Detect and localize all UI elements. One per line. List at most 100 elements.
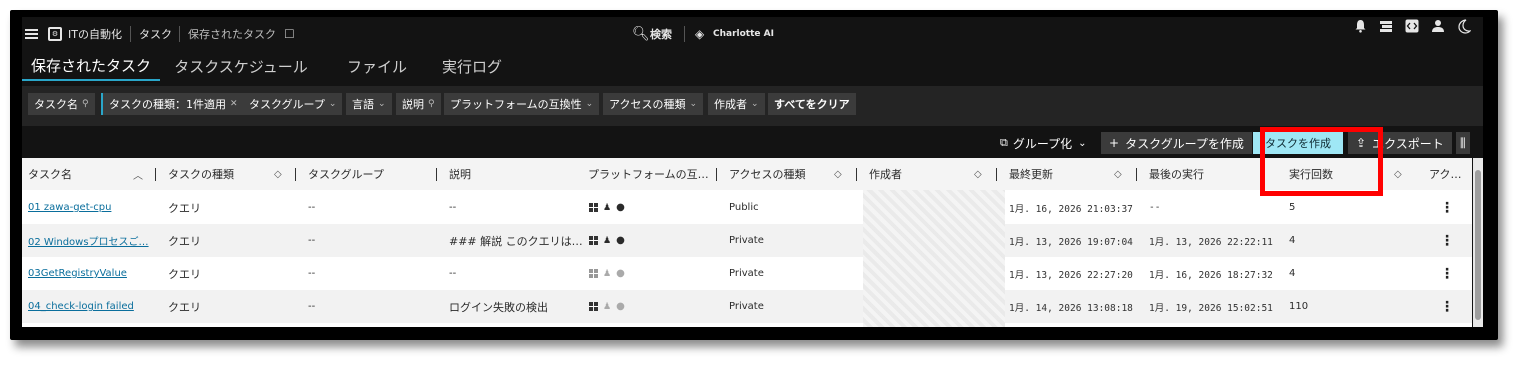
filter-access-type[interactable]: アクセスの種類 ⌄ [603,93,703,115]
linux-icon: ♟ [603,268,612,279]
table-row[interactable]: 04_check-login failed クエリ -- ログイン失敗の検出 ♟… [22,290,1472,323]
user-icon[interactable] [1429,17,1447,35]
task-description: ### 解説 このクエリは… [449,234,583,248]
chevron-down-icon: ⌄ [689,99,697,109]
table-row[interactable]: 02 Windowsプロセスご… クエリ -- ### 解説 このクエリは… ♟… [22,224,1472,257]
column-settings-icon[interactable]: ⫼ [1456,132,1470,154]
windows-icon [589,269,598,278]
filter-task-name[interactable]: タスク名 ⚲ [28,93,95,115]
group-by-label: グループ化 [1012,136,1073,151]
col-header-task-name[interactable]: タスク名 [28,158,72,190]
last-updated: 1月. 14, 2026 13:08:18 [1009,302,1133,314]
table-scrollbar[interactable] [1473,158,1483,327]
table-row[interactable]: 01 zawa-get-cpu クエリ -- -- ♟ ● Public 1月.… [22,191,1472,224]
moon-icon[interactable] [1455,17,1473,35]
chevron-down-icon: ⌄ [378,99,386,109]
charlotte-ai-label[interactable]: Charlotte AI [713,17,774,51]
filter-description-label: 説明 [402,98,424,111]
filter-author[interactable]: 作成者 ⌄ [708,93,765,115]
top-bar: ⚙ ITの自動化 タスク 保存されたタスク ☐ 🔍︎ 検索 ◈ Charlott… [22,17,1483,51]
tab-bar: 保存されたタスク タスクスケジュール ファイル 実行ログ [22,51,1483,81]
last-run: 1月. 13, 2026 22:22:11 [1149,236,1273,248]
sort-icon[interactable]: ◇ [834,158,842,190]
apple-icon: ● [616,202,625,213]
sort-icon[interactable]: ◇ [274,158,282,190]
group-by-button[interactable]: ⧉ グループ化 ⌄ [1000,132,1087,154]
filter-task-type-label: タスクの種類：1件適用 [109,98,226,111]
linux-icon: ♟ [603,235,612,246]
sort-asc-icon[interactable]: ︿ [133,158,143,190]
filter-language[interactable]: 言語 ⌄ [346,93,392,115]
apple-icon: ● [616,301,625,312]
tab-task-schedule[interactable]: タスクスケジュール [172,51,310,81]
row-actions-kebab-icon[interactable]: ⋮ [1440,224,1454,257]
task-type: クエリ [168,201,201,215]
row-actions-kebab-icon[interactable]: ⋮ [1440,290,1454,323]
tab-files[interactable]: ファイル [337,51,417,81]
create-task-group-button[interactable]: + タスクグループを作成 [1101,132,1252,154]
charlotte-ai-icon[interactable]: ◈ [695,17,704,51]
filter-platform[interactable]: プラットフォームの互換性 ⌄ [444,93,600,115]
filter-task-name-label: タスク名 [34,98,78,111]
filter-description[interactable]: 説明 ⚲ [396,93,441,115]
run-count: 110 [1289,301,1309,312]
col-header-access-type[interactable]: アクセスの種類 [729,158,805,190]
tab-saved-tasks[interactable]: 保存されたタスク [22,51,160,81]
filter-task-group[interactable]: タスクグループ ⌄ [243,93,343,115]
task-type: クエリ [168,267,201,281]
task-group: -- [308,235,316,246]
windows-icon [589,236,598,245]
highlight-box [1260,127,1383,196]
col-header-last-updated[interactable]: 最終更新 [1009,158,1053,190]
col-header-last-run[interactable]: 最後の実行 [1149,158,1204,190]
scrollbar-thumb[interactable] [1475,170,1481,320]
search-icon: ⚲ [82,99,89,109]
search-icon: ⚲ [428,99,435,109]
task-description: ログイン失敗の検出 [449,300,548,314]
last-updated: 1月. 16, 2026 21:03:37 [1009,203,1133,215]
row-actions-kebab-icon[interactable]: ⋮ [1440,191,1454,224]
col-header-author[interactable]: 作成者 [869,158,902,190]
sort-icon[interactable]: ◇ [1394,158,1402,190]
col-header-description[interactable]: 説明 [449,158,471,190]
chevron-down-icon: ⌄ [585,99,594,109]
task-name-link[interactable]: 03GetRegistryValue [28,257,127,290]
search-icon[interactable]: 🔍︎ [632,17,650,51]
task-group: -- [308,301,316,312]
app-name[interactable]: ITの自動化 [68,17,122,51]
last-run: 1月. 19, 2026 15:02:51 [1149,302,1273,314]
task-group: -- [308,202,316,213]
platform-icons: ♟ ● [589,224,625,257]
breadcrumb-tasks[interactable]: タスク [139,17,172,51]
sort-icon[interactable]: ◇ [1114,158,1122,190]
filter-task-type[interactable]: タスクの種類：1件適用 ✕ [101,93,244,115]
last-updated: 1月. 13, 2026 22:27:20 [1009,269,1133,281]
clear-all-filters-button[interactable]: すべてをクリア [768,93,856,115]
platform-icons: ♟ ● [589,257,625,290]
last-run: 1月. 16, 2026 18:27:32 [1149,269,1273,281]
search-label[interactable]: 検索 [650,17,672,51]
linux-icon: ♟ [603,202,612,213]
linux-icon: ♟ [603,301,612,312]
access-type: Private [729,301,764,312]
app-logo-icon: ⚙ [48,17,62,51]
sort-icon[interactable]: ◇ [974,158,982,190]
task-name-link[interactable]: 02 Windowsプロセスご… [28,224,149,257]
code-icon[interactable] [1403,17,1421,35]
col-header-platform[interactable]: プラットフォームの互… [588,158,709,190]
task-name-link[interactable]: 04_check-login failed [28,290,134,323]
task-name-link[interactable]: 01 zawa-get-cpu [28,191,111,224]
row-actions-kebab-icon[interactable]: ⋮ [1440,257,1454,290]
close-icon[interactable]: ✕ [230,99,238,109]
redacted-author-area [863,190,1005,327]
bookmark-icon[interactable]: ☐ [284,17,295,51]
tasks-icon[interactable] [1377,17,1395,35]
filter-platform-label: プラットフォームの互換性 [450,98,582,111]
col-header-task-group[interactable]: タスクグループ [308,158,384,190]
tab-execution-log[interactable]: 実行ログ [432,51,512,81]
menu-icon[interactable] [25,17,38,51]
windows-icon [589,203,598,212]
col-header-task-type[interactable]: タスクの種類 [168,158,234,190]
bell-icon[interactable] [1351,17,1369,35]
table-row[interactable]: 03GetRegistryValue クエリ -- -- ♟ ● Private… [22,257,1472,290]
